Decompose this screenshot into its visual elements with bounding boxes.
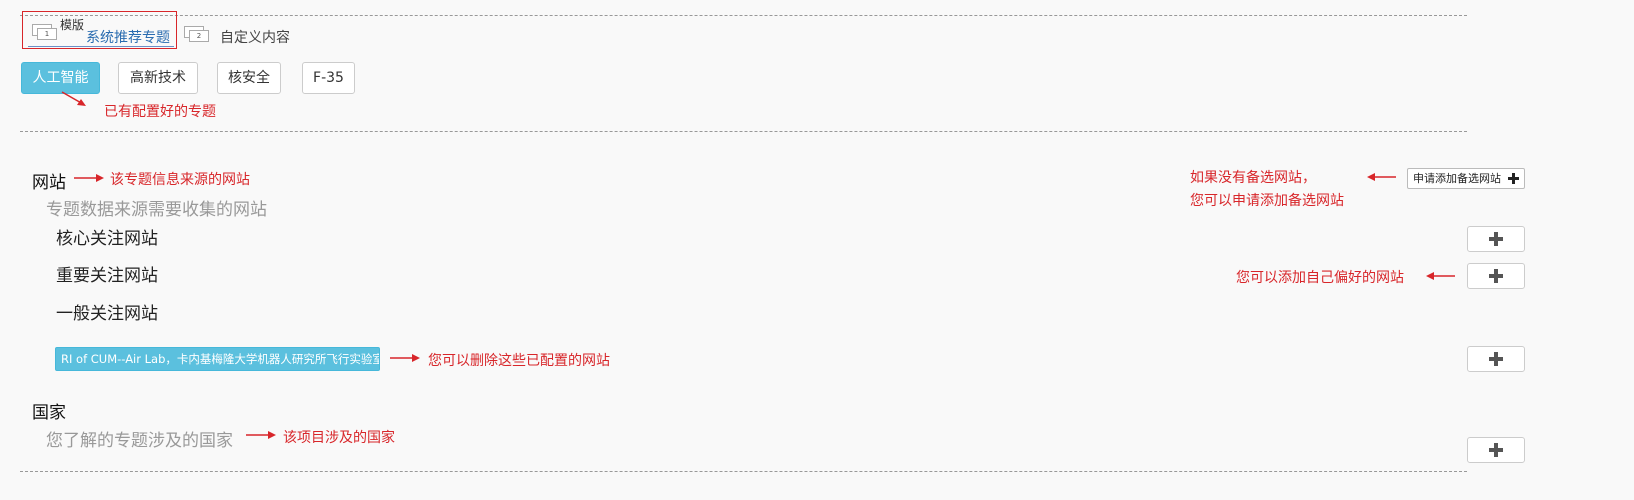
add-important-site-button[interactable] [1467,263,1525,289]
plus-icon [1489,232,1503,246]
bottom-divider [20,471,1467,472]
annotation-no-backup-line2: 您可以申请添加备选网站 [1190,193,1344,209]
plus-icon [1489,352,1503,366]
annotation-arrow-left-icon [1426,272,1455,280]
configured-site-tag[interactable]: RI of CUM--Air Lab，卡内基梅隆大学机器人研究所飞行实验室 [55,347,380,371]
middle-divider [20,131,1467,132]
website-section-title: 网站 [32,173,66,193]
template-1-icon: 1 [32,24,57,40]
annotation-arrow-diagonal-icon [61,91,86,106]
topic-f35[interactable]: F-35 [302,62,355,94]
annotation-arrow-right-icon [246,431,276,439]
annotation-project-countries: 该项目涉及的国家 [283,430,395,446]
annotation-delete-configured: 您可以删除这些已配置的网站 [428,353,610,369]
apply-add-backup-site-button[interactable]: 申请添加备选网站 [1407,168,1525,189]
category-core-sites: 核心关注网站 [56,229,158,249]
plus-icon [1489,269,1503,283]
annotation-add-preferred: 您可以添加自己偏好的网站 [1236,270,1404,286]
annotation-configured-topic: 已有配置好的专题 [104,104,216,120]
top-divider [20,15,1467,16]
annotation-arrow-right-icon [390,354,420,362]
plus-icon [1489,443,1503,457]
apply-button-label: 申请添加备选网站 [1413,172,1501,185]
active-tab-underline [28,46,174,47]
topic-nuclear-safety[interactable]: 核安全 [217,62,281,94]
country-section-title: 国家 [32,403,66,423]
website-section-subtitle: 专题数据来源需要收集的网站 [46,200,267,220]
annotation-arrow-left-icon [1367,173,1396,181]
category-general-sites: 一般关注网站 [56,304,158,324]
plus-icon [1508,173,1519,184]
add-core-site-button[interactable] [1467,226,1525,252]
template-label: 模版 [60,18,85,32]
add-country-button[interactable] [1467,437,1525,463]
add-general-site-button[interactable] [1467,346,1525,372]
annotation-source-sites: 该专题信息来源的网站 [110,172,250,188]
annotation-arrow-right-icon [74,174,104,182]
tab-system-recommended[interactable]: 系统推荐专题 [86,27,170,47]
annotation-no-backup-line1: 如果没有备选网站， [1190,170,1316,186]
topic-high-tech[interactable]: 高新技术 [118,62,198,94]
tab-custom-content[interactable]: 自定义内容 [220,27,290,47]
country-section-subtitle: 您了解的专题涉及的国家 [46,431,233,451]
template-2-icon: 2 [184,26,209,42]
category-important-sites: 重要关注网站 [56,266,158,286]
